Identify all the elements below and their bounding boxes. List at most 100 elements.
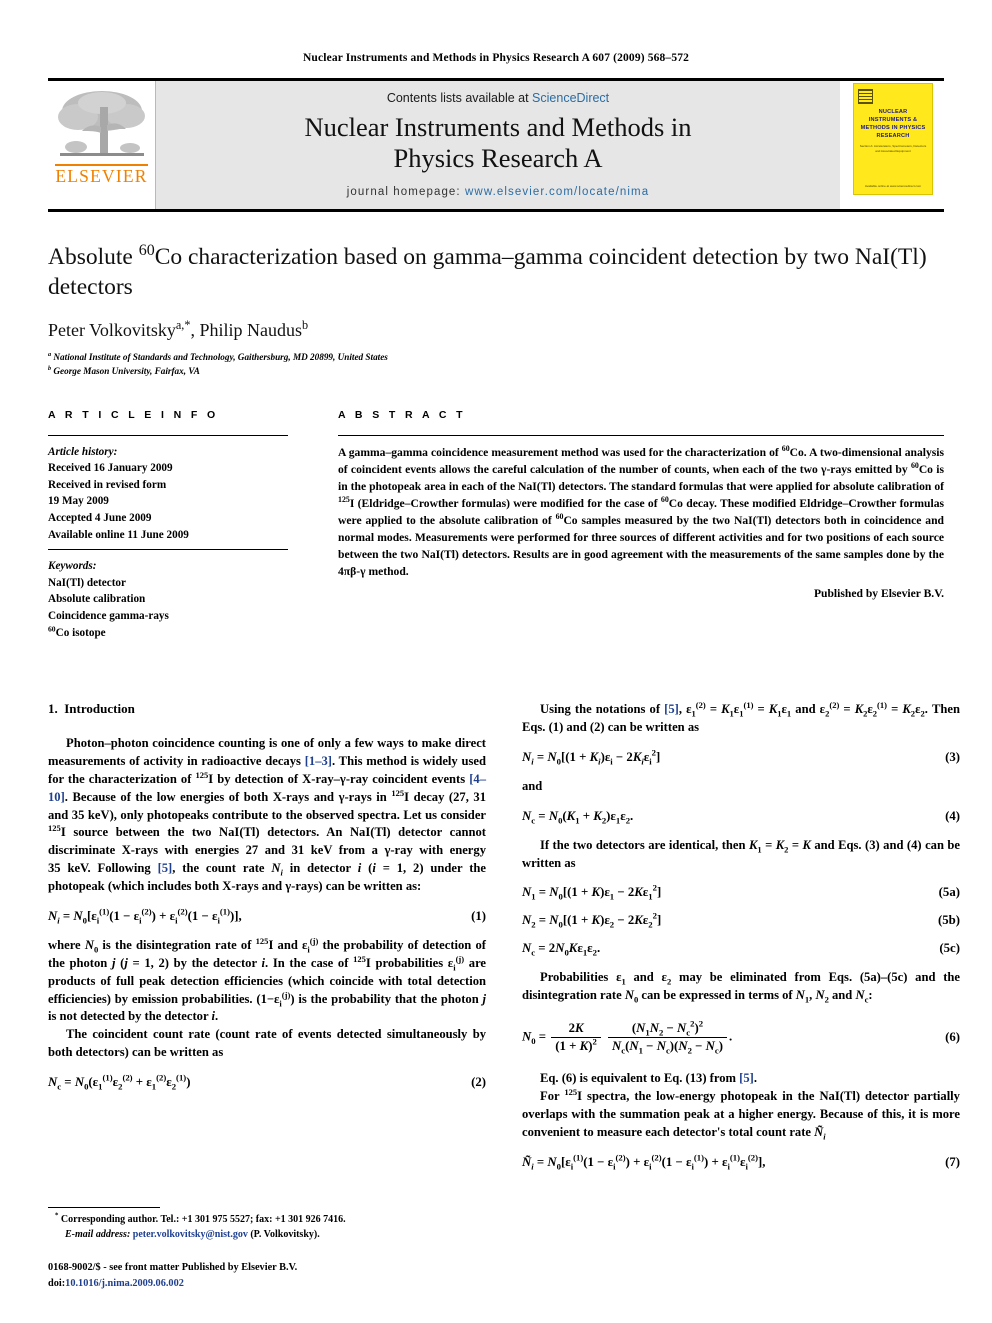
keyword-isotope-rest: Co isotope (55, 626, 106, 639)
journal-homepage-link[interactable]: www.elsevier.com/locate/nima (465, 186, 649, 198)
abstract-text: A gamma–gamma coincidence measurement me… (338, 443, 945, 578)
elsevier-wordmark: ELSEVIER (55, 164, 148, 186)
page-title: Absolute 60Co characterization based on … (48, 242, 944, 302)
footnote-star: * (55, 1212, 59, 1220)
affiliation-b-mark: b (48, 364, 52, 372)
equation-4-number: (4) (945, 808, 960, 823)
paragraph-intro-3: The coincident count rate (count rate of… (48, 1027, 486, 1060)
paragraph-right-1: Using the notations of [5], ε1(2) = K1ε1… (522, 699, 960, 734)
sciencedirect-link[interactable]: ScienceDirect (532, 91, 609, 105)
title-superscript: 60 (138, 242, 155, 260)
keyword-isotope-sup: 60 (48, 623, 56, 633)
keyword-item-isotope: 60Co isotope (48, 623, 288, 642)
journal-cover-thumbnail: NUCLEAR INSTRUMENTS & METHODS IN PHYSICS… (840, 81, 944, 209)
equation-5a: N1 = N0[(1 + K)ε1 − 2Kε12] (5a) (522, 883, 960, 903)
journal-title-line1: Nuclear Instruments and Methods in (304, 112, 692, 142)
equation-2-expression: Nc = N0(ε1(1)ε2(2) + ε1(2)ε2(1)) (48, 1072, 191, 1092)
elsevier-tree-icon (55, 87, 148, 163)
keywords-label: Keywords: (48, 560, 97, 573)
author-1-marks: a,* (175, 318, 191, 333)
keyword-item: Absolute calibration (48, 593, 146, 606)
author-2-marks: b (301, 318, 309, 333)
footnote-corresponding-author: * Corresponding author. Tel.: +1 301 975… (48, 1213, 486, 1228)
journal-title: Nuclear Instruments and Methods in Physi… (156, 112, 840, 175)
equation-3-expression: Ni = N0[(1 + Ki)εi − 2Kiεi2] (522, 747, 661, 767)
footnote-rule (48, 1207, 160, 1209)
affiliations: a National Institute of Standards and Te… (48, 351, 944, 379)
homepage-prefix: journal homepage: (346, 185, 466, 198)
keywords-rule (48, 549, 288, 551)
running-head: Nuclear Instruments and Methods in Physi… (302, 52, 690, 64)
footnote-block: * Corresponding author. Tel.: +1 301 975… (48, 1207, 486, 1291)
affiliation-a-mark: a (48, 351, 52, 359)
equation-5a-number: (5a) (938, 885, 960, 900)
footnote-email-owner: (P. Volkovitsky). (250, 1228, 320, 1240)
citation-5-a[interactable]: [5] (158, 861, 173, 875)
journal-homepage-line: journal homepage: www.elsevier.com/locat… (156, 186, 840, 198)
footnote-email-link[interactable]: peter.volkovitsky@nist.gov (133, 1229, 248, 1240)
cover-subtitle: Section A: Accelerators, Spectrometers, … (859, 144, 927, 153)
equation-6: N0 = 2K (1 + K)2 (N1N2 − Nc2)2 Nc(N1 − N… (522, 1018, 960, 1056)
issn-line: 0168-9002/$ - see front matter Published… (48, 1262, 298, 1274)
equation-2: Nc = N0(ε1(1)ε2(2) + ε1(2)ε2(1)) (2) (48, 1072, 486, 1092)
doi-label: doi: (48, 1277, 66, 1289)
body-columns: 1. Introduction Photon–photon coincidenc… (48, 701, 960, 1183)
citation-5-b[interactable]: [5] (664, 702, 679, 716)
paper-page: Nuclear Instruments and Methods in Physi… (0, 0, 992, 1323)
equation-7: Ñi = N0[εi(1)(1 − εi(2)) + εi(2)(1 − εi(… (522, 1152, 960, 1172)
equation-7-number: (7) (945, 1154, 960, 1169)
affiliation-a: a National Institute of Standards and Te… (48, 351, 944, 365)
author-list: Peter Volkovitskya,*, Philip Naudusb (48, 318, 944, 341)
section-number: 1. (48, 701, 58, 717)
equation-6-number: (6) (945, 1029, 960, 1044)
keyword-item: Coincidence gamma-rays (48, 609, 169, 622)
paragraph-right-2: If the two detectors are identical, then… (522, 837, 960, 870)
left-column: 1. Introduction Photon–photon coincidenc… (48, 701, 486, 1183)
footnote-email-line: E-mail address: peter.volkovitsky@nist.g… (48, 1228, 486, 1243)
abstract-heading: A B S T R A C T (338, 408, 466, 421)
history-item: 19 May 2009 (48, 495, 109, 508)
history-item: Received in revised form (48, 478, 167, 491)
equation-3-number: (3) (945, 749, 960, 764)
journal-title-line2: Physics Research A (393, 143, 603, 174)
citation-4-10[interactable]: [4–10] (48, 772, 486, 804)
history-item: Accepted 4 June 2009 (48, 512, 152, 525)
info-abstract-row: A R T I C L E I N F O Article history: R… (48, 409, 944, 641)
equation-7-expression: Ñi = N0[εi(1)(1 − εi(2)) + εi(2)(1 − εi(… (522, 1152, 766, 1172)
doi-link[interactable]: 10.1016/j.nima.2009.06.002 (65, 1278, 184, 1289)
abstract-column: A B S T R A C T A gamma–gamma coincidenc… (338, 409, 944, 641)
footnote-corresponding-text: Corresponding author. Tel.: +1 301 975 5… (60, 1214, 346, 1226)
cover-footer: Available online at www.sciencedirect.co… (864, 184, 922, 188)
equation-3: Ni = N0[(1 + Ki)εi − 2Kiεi2] (3) (522, 747, 960, 767)
title-part1: Absolute (48, 244, 139, 270)
contents-prefix: Contents lists available at (386, 91, 533, 105)
article-info-column: A R T I C L E I N F O Article history: R… (48, 409, 288, 641)
equation-5c-expression: Nc = 2N0Kε1ε2. (522, 941, 601, 959)
keywords-block: Keywords: NaI(Tl) detector Absolute cali… (48, 558, 288, 641)
equation-5a-expression: N1 = N0[(1 + K)ε1 − 2Kε12] (522, 883, 662, 903)
paragraph-intro-2: where N0 is the disintegration rate of 1… (48, 935, 487, 1024)
paragraph-right-3: Probabilities ε1 and ε2 may be eliminate… (522, 970, 960, 1005)
history-item: Available online 11 June 2009 (48, 528, 189, 541)
equation-6-expression: N0 = 2K (1 + K)2 (N1N2 − Nc2)2 Nc(N1 − N… (522, 1018, 733, 1056)
title-block: Absolute 60Co characterization based on … (48, 212, 944, 379)
equation-1: Ni = N0[εi(1)(1 − εi(2)) + εi(2)(1 − εi(… (48, 907, 486, 925)
paragraph-intro-1: Photon–photon coincidence counting is on… (48, 736, 486, 894)
equation-5b-number: (5b) (937, 913, 960, 928)
paragraph-right-4: Eq. (6) is equivalent to Eq. (13) from [… (540, 1071, 758, 1086)
affiliation-b: b George Mason University, Fairfax, VA (48, 365, 944, 379)
equation-4: Nc = N0(K1 + K2)ε1ε2. (4) (522, 808, 960, 825)
article-info-rule (48, 434, 288, 436)
equation-5c: Nc = 2N0Kε1ε2. (5c) (522, 941, 960, 959)
text-and: and (522, 778, 543, 793)
section-title: Introduction (64, 701, 135, 717)
citation-1-3[interactable]: [1–3] (305, 754, 332, 768)
article-history: Article history: Received 16 January 200… (48, 444, 288, 543)
author-1-name: Peter Volkovitsky (48, 320, 176, 341)
section-heading-introduction: 1. Introduction (48, 701, 486, 717)
history-item: Received 16 January 2009 (48, 462, 173, 475)
article-info-heading: A R T I C L E I N F O (48, 408, 219, 421)
cover-image: NUCLEAR INSTRUMENTS & METHODS IN PHYSICS… (853, 83, 933, 195)
citation-5-c[interactable]: [5] (739, 1071, 754, 1085)
footnote-email-label: E-mail address: (65, 1228, 131, 1240)
